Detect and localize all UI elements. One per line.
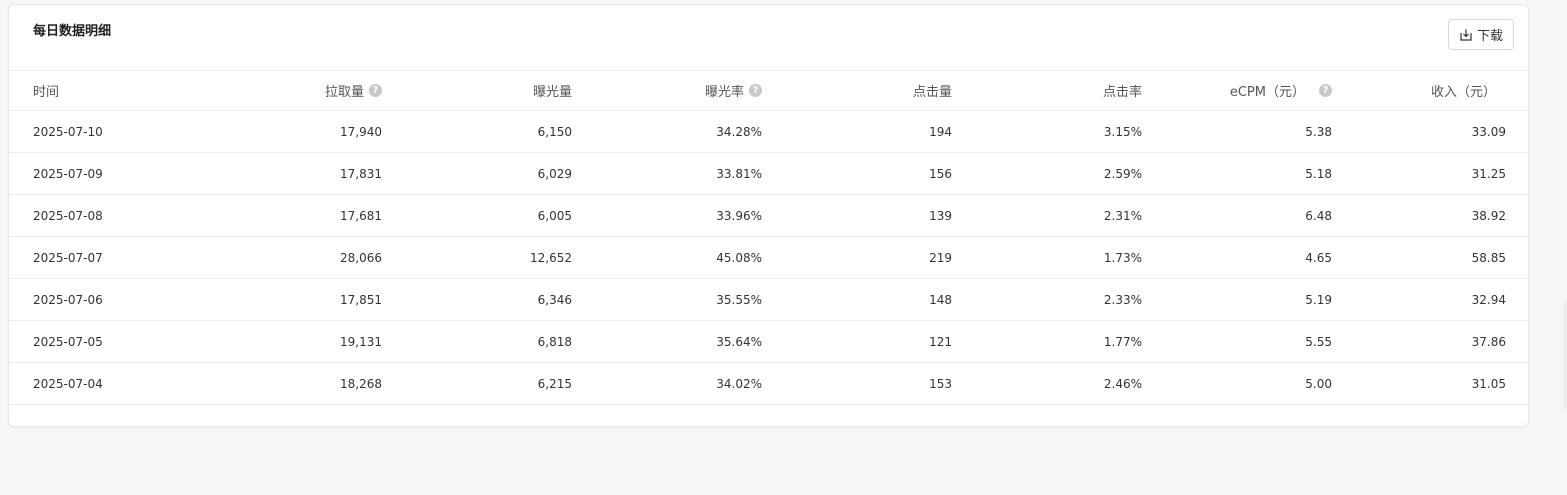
cell-impression-rate: 34.28% <box>716 124 762 139</box>
cell-click-rate: 1.73% <box>1103 250 1142 265</box>
cell-revenue: 38.92 <box>1471 208 1506 223</box>
cell-ecpm: 6.48 <box>1305 208 1332 223</box>
question-circle-icon[interactable]: ? <box>749 84 762 97</box>
cell-impression-rate: 33.81% <box>716 166 762 181</box>
cell-time: 2025-07-09 <box>33 166 103 181</box>
cell-click-rate: 2.33% <box>1103 292 1142 307</box>
cell-time: 2025-07-06 <box>33 292 103 307</box>
cell-impression-rate: 45.08% <box>716 250 762 265</box>
cell-impressions: 6,215 <box>537 376 572 391</box>
cell-time: 2025-07-04 <box>33 376 103 391</box>
cell-revenue: 32.94 <box>1471 292 1506 307</box>
cell-revenue: 31.25 <box>1471 166 1506 181</box>
question-circle-icon[interactable]: ? <box>369 84 382 97</box>
cell-ecpm: 5.55 <box>1305 334 1332 349</box>
table-row: 2025-07-05 19,131 6,818 35.64% 121 1.77%… <box>9 321 1528 363</box>
table-row: 2025-07-09 17,831 6,029 33.81% 156 2.59%… <box>9 153 1528 195</box>
cell-click-rate: 2.46% <box>1103 376 1142 391</box>
table-header-row: 时间 拉取量 ? 曝光量 曝光率 ? 点击量 点击率 eCPM（元） ? 收入（… <box>9 71 1528 111</box>
cell-clicks: 148 <box>929 292 952 307</box>
cell-ecpm: 5.38 <box>1305 124 1332 139</box>
table-row: 2025-07-08 17,681 6,005 33.96% 139 2.31%… <box>9 195 1528 237</box>
cell-impressions: 6,818 <box>537 334 572 349</box>
cell-revenue: 58.85 <box>1471 250 1506 265</box>
cell-impression-rate: 33.96% <box>716 208 762 223</box>
cell-click-rate: 2.31% <box>1103 208 1142 223</box>
cell-impressions: 6,005 <box>537 208 572 223</box>
cell-requests: 28,066 <box>340 250 382 265</box>
cell-click-rate: 2.59% <box>1103 166 1142 181</box>
cell-requests: 17,851 <box>340 292 382 307</box>
daily-data-card: 每日数据明细 下载 时间 拉取量 ? 曝光量 曝光率 ? 点击量 点击率 eCP… <box>8 4 1529 427</box>
column-header-impression-rate: 曝光率 ? <box>572 81 762 100</box>
cell-time: 2025-07-05 <box>33 334 103 349</box>
cell-ecpm: 4.65 <box>1305 250 1332 265</box>
table-row: 2025-07-10 17,940 6,150 34.28% 194 3.15%… <box>9 111 1528 153</box>
table-row: 2025-07-06 17,851 6,346 35.55% 148 2.33%… <box>9 279 1528 321</box>
cell-clicks: 153 <box>929 376 952 391</box>
cell-impression-rate: 35.64% <box>716 334 762 349</box>
cell-impressions: 6,346 <box>537 292 572 307</box>
cell-revenue: 37.86 <box>1471 334 1506 349</box>
table-body: 2025-07-10 17,940 6,150 34.28% 194 3.15%… <box>9 111 1528 405</box>
column-header-time: 时间 <box>33 85 60 100</box>
column-header-impressions: 曝光量 <box>532 85 572 100</box>
column-header-click-rate: 点击率 <box>1102 85 1142 100</box>
download-button[interactable]: 下载 <box>1448 19 1514 50</box>
cell-requests: 17,831 <box>340 166 382 181</box>
cell-impressions: 6,150 <box>537 124 572 139</box>
column-header-ecpm: eCPM（元） ? <box>1142 81 1332 100</box>
cell-clicks: 219 <box>929 250 952 265</box>
card-title: 每日数据明细 <box>33 24 112 39</box>
page-scrollbar[interactable] <box>1563 300 1567 410</box>
cell-requests: 17,681 <box>340 208 382 223</box>
cell-ecpm: 5.18 <box>1305 166 1332 181</box>
cell-revenue: 33.09 <box>1471 124 1506 139</box>
cell-clicks: 156 <box>929 166 952 181</box>
cell-requests: 17,940 <box>340 124 382 139</box>
cell-clicks: 121 <box>929 334 952 349</box>
table-row: 2025-07-07 28,066 12,652 45.08% 219 1.73… <box>9 237 1528 279</box>
column-header-requests: 拉取量 ? <box>216 81 382 100</box>
cell-click-rate: 3.15% <box>1103 124 1142 139</box>
cell-time: 2025-07-07 <box>33 250 103 265</box>
download-icon <box>1459 28 1473 42</box>
cell-click-rate: 1.77% <box>1103 334 1142 349</box>
cell-ecpm: 5.00 <box>1305 376 1332 391</box>
column-header-clicks: 点击量 <box>912 85 952 100</box>
cell-clicks: 194 <box>929 124 952 139</box>
cell-requests: 19,131 <box>340 334 382 349</box>
table-row: 2025-07-04 18,268 6,215 34.02% 153 2.46%… <box>9 363 1528 405</box>
cell-impressions: 12,652 <box>530 250 572 265</box>
download-button-label: 下载 <box>1476 29 1503 44</box>
cell-time: 2025-07-08 <box>33 208 103 223</box>
cell-ecpm: 5.19 <box>1305 292 1332 307</box>
cell-revenue: 31.05 <box>1471 376 1506 391</box>
column-header-revenue: 收入（元） <box>1430 85 1496 100</box>
cell-impressions: 6,029 <box>537 166 572 181</box>
daily-data-table: 时间 拉取量 ? 曝光量 曝光率 ? 点击量 点击率 eCPM（元） ? 收入（… <box>9 70 1528 405</box>
cell-time: 2025-07-10 <box>33 124 103 139</box>
question-circle-icon[interactable]: ? <box>1319 84 1332 97</box>
cell-clicks: 139 <box>929 208 952 223</box>
cell-impression-rate: 35.55% <box>716 292 762 307</box>
cell-requests: 18,268 <box>340 376 382 391</box>
cell-impression-rate: 34.02% <box>716 376 762 391</box>
